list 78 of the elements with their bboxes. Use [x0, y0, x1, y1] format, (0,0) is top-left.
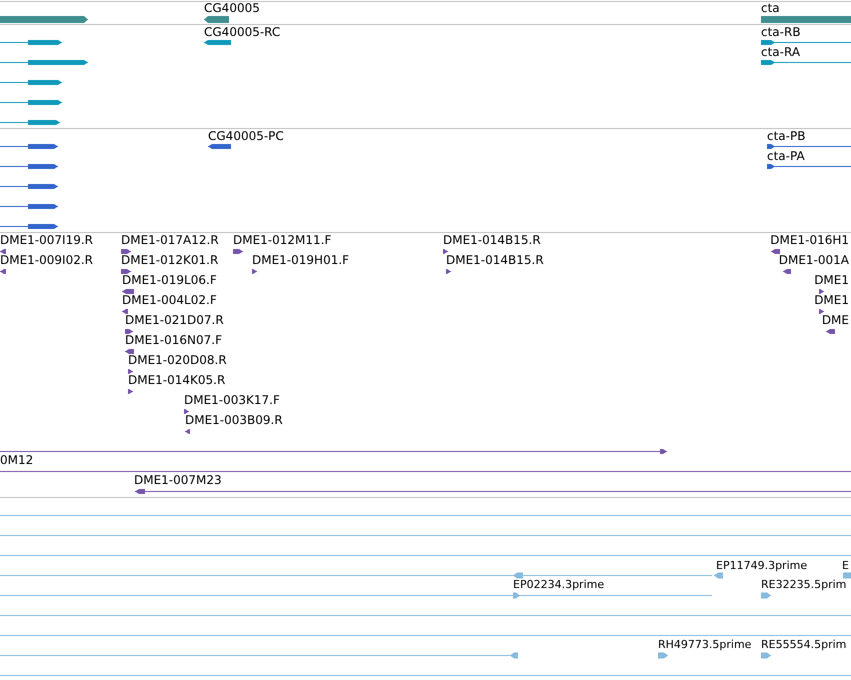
feature-label: DME1-019H01.F [252, 253, 350, 267]
feature-label: DME1-016H1 [770, 233, 849, 247]
feature-glyph[interactable] [783, 269, 791, 274]
feature-label: DME1-016N07.F [125, 333, 222, 347]
feature-label: DME1-012K01.R [121, 253, 218, 267]
feature-label: DME1 [814, 273, 849, 287]
feature-glyph[interactable] [121, 269, 131, 274]
feature-glyph[interactable] [233, 249, 243, 254]
feature-label: DME1-004L02.F [122, 293, 217, 307]
feature-label: EP11749.3prime [716, 559, 808, 572]
feature-label: DME1-012M11.F [233, 233, 332, 247]
feature-label: cta-RA [761, 45, 800, 59]
feature-label: DME1-014K05.R [128, 373, 226, 387]
feature-label: DME1-009I02.R [0, 253, 94, 267]
feature-glyph[interactable] [0, 269, 6, 274]
feature-glyph[interactable] [0, 120, 60, 125]
feature-glyph[interactable] [125, 329, 133, 334]
feature-glyph[interactable] [122, 289, 134, 294]
feature-label: RE32235.5prim [761, 578, 846, 591]
feature-glyph[interactable] [128, 389, 133, 394]
feature-glyph[interactable] [208, 144, 231, 149]
feature-glyph[interactable] [0, 224, 58, 229]
feature-label: E [842, 559, 849, 572]
feature-glyph[interactable] [252, 269, 257, 274]
feature-label: cta-RB [761, 25, 801, 39]
feature-label: DME1-021D07.R [125, 313, 224, 327]
feature-glyph[interactable] [204, 40, 231, 45]
feature-glyph[interactable] [135, 489, 851, 494]
feature-glyph[interactable] [767, 164, 851, 169]
feature-glyph[interactable] [0, 204, 58, 209]
feature-glyph[interactable] [771, 249, 780, 254]
feature-glyph[interactable] [184, 409, 189, 414]
feature-glyph[interactable] [767, 144, 851, 149]
feature-glyph[interactable] [0, 80, 62, 85]
feature-glyph[interactable] [185, 429, 190, 434]
feature-glyph[interactable] [819, 289, 824, 294]
feature-glyph[interactable] [0, 249, 6, 254]
feature-label: DME1-007I19.R [0, 233, 94, 247]
feature-label: cta-PA [767, 149, 805, 163]
feature-glyph[interactable] [0, 100, 62, 105]
feature-glyph[interactable] [204, 16, 229, 23]
feature-glyph[interactable] [0, 40, 62, 45]
feature-glyph[interactable] [761, 40, 851, 45]
feature-glyph[interactable] [443, 249, 448, 254]
feature-label: 0M12 [0, 453, 34, 467]
feature-label: cta [761, 2, 780, 15]
feature-label: DME1-014B15.R [443, 233, 541, 247]
feature-glyph[interactable] [0, 449, 667, 454]
feature-glyph[interactable] [826, 329, 835, 334]
feature-label: DME [822, 313, 849, 327]
feature-label: DME1 [814, 293, 849, 307]
feature-glyph[interactable] [446, 269, 451, 274]
feature-glyph[interactable] [0, 16, 88, 23]
feature-label: cta-PB [767, 129, 806, 143]
feature-label: DME1-020D08.R [128, 353, 227, 367]
feature-glyph[interactable] [0, 144, 58, 149]
feature-glyph[interactable] [0, 184, 58, 189]
feature-label: CG40005-PC [208, 129, 284, 143]
feature-label: EP02234.3prime [513, 578, 604, 591]
feature-glyph[interactable] [0, 164, 58, 169]
feature-label: CG40005 [204, 2, 260, 15]
feature-label: DME1-003B09.R [185, 413, 283, 427]
feature-glyph[interactable] [0, 60, 88, 65]
feature-label: CG40005-RC [204, 25, 280, 39]
feature-label: DME1-019L06.F [122, 273, 217, 287]
feature-glyph[interactable] [128, 369, 133, 374]
feature-label: DME1-017A12.R [121, 233, 219, 247]
feature-label: DME1-003K17.F [184, 393, 280, 407]
feature-glyph[interactable] [761, 60, 851, 65]
feature-glyph[interactable] [121, 249, 131, 254]
feature-label: RH49773.5prime [658, 638, 752, 651]
feature-label: DME1-014B15.R [446, 253, 544, 267]
feature-glyph[interactable] [819, 309, 824, 314]
feature-glyph[interactable] [122, 309, 128, 314]
feature-label: DME1-001A [778, 253, 849, 267]
feature-label: DME1-007M23 [134, 473, 222, 487]
feature-label: RE55554.5prim [761, 638, 846, 651]
feature-glyph[interactable] [125, 349, 134, 354]
